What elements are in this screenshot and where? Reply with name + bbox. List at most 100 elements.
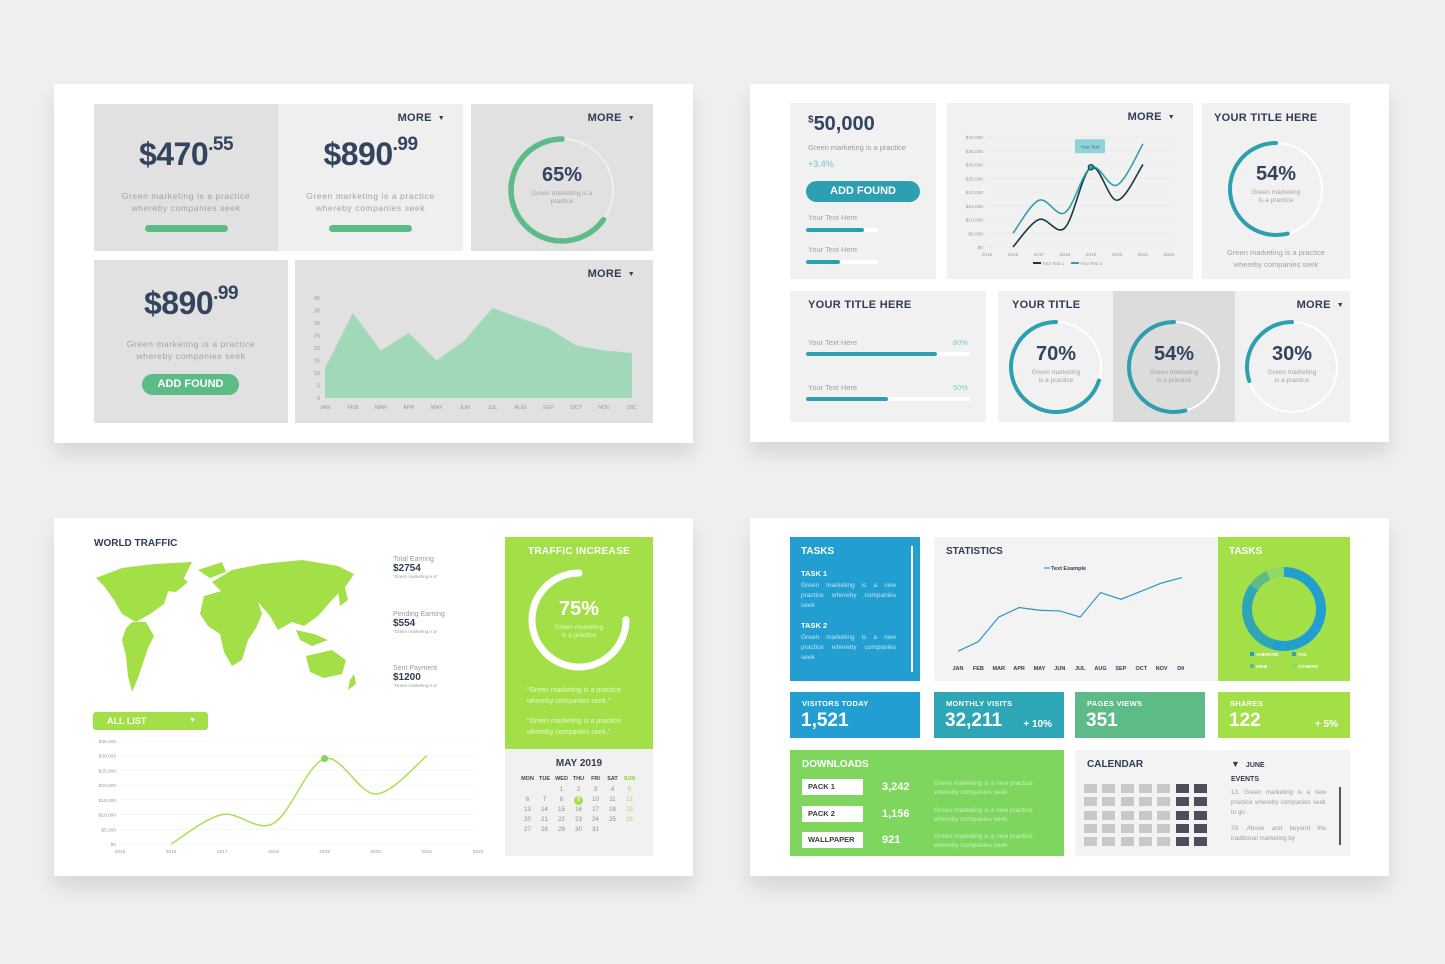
ring-label: 75% Green marketing is a practice: [554, 598, 604, 639]
calendar-day[interactable]: 19: [621, 805, 638, 815]
ring-label: 30% Green marketing is a practice: [1267, 343, 1317, 384]
y-tick-label: $25,000: [966, 176, 984, 182]
calendar-day[interactable]: 29: [553, 825, 570, 835]
x-tick-label: 2016: [1008, 252, 1019, 258]
tasks-card: TASKS TASK 1 Green marketing is a new pr…: [790, 537, 920, 681]
calendar-day[interactable]: 14: [536, 805, 553, 815]
progress-bar: [806, 228, 878, 232]
legend-label: IOS: [1298, 652, 1307, 658]
calendar-day[interactable]: 20: [519, 815, 536, 825]
calendar-cell[interactable]: [1102, 784, 1116, 793]
calendar-day[interactable]: 26: [621, 815, 638, 825]
calendar-cell[interactable]: [1084, 797, 1097, 807]
calendar-cell[interactable]: [1193, 797, 1207, 807]
calendar-cell[interactable]: [1138, 837, 1152, 847]
y-tick-label: 0: [317, 396, 320, 402]
calendar-day[interactable]: 12: [621, 795, 638, 805]
donut-slice-android: [1271, 567, 1326, 651]
calendar-cell[interactable]: [1102, 810, 1116, 820]
calendar-cell[interactable]: [1102, 837, 1116, 847]
calendar-cell[interactable]: [1120, 823, 1134, 833]
calendar-day[interactable]: 25: [604, 815, 621, 825]
calendar-day[interactable]: 9: [570, 795, 587, 805]
calendar-day[interactable]: 23: [570, 815, 587, 825]
y-tick-label: $0: [111, 842, 117, 848]
calendar-day[interactable]: 24: [587, 815, 604, 825]
calendar-day[interactable]: 30: [570, 825, 587, 835]
scrollbar[interactable]: [911, 546, 913, 672]
weekday-label: SUN: [623, 776, 636, 782]
calendar-cell[interactable]: [1084, 784, 1097, 793]
more-dropdown[interactable]: MORE ▼: [398, 112, 445, 124]
calendar-cell[interactable]: [1084, 837, 1097, 847]
donut-slice-ios: [1242, 584, 1275, 649]
calendar-cell[interactable]: [1193, 784, 1207, 793]
calendar-day[interactable]: 13: [519, 805, 536, 815]
calendar-day[interactable]: 28: [536, 825, 553, 835]
calendar-cell[interactable]: [1157, 837, 1171, 847]
calendar-cell[interactable]: [1102, 823, 1116, 833]
calendar-cell[interactable]: [1120, 797, 1134, 807]
calendar-day[interactable]: 10: [587, 795, 604, 805]
add-found-button[interactable]: ADD FOUND: [142, 374, 239, 395]
add-found-button[interactable]: ADD FOUND: [806, 181, 920, 202]
calendar-day[interactable]: 11: [604, 795, 621, 805]
tooltip-text: Your Text: [1081, 144, 1100, 149]
calendar-cell[interactable]: [1175, 797, 1189, 807]
calendar-day[interactable]: 8: [553, 795, 570, 805]
calendar-cell[interactable]: [1157, 784, 1171, 793]
calendar-cell[interactable]: [1157, 823, 1171, 833]
y-tick-label: $5,000: [101, 827, 116, 833]
calendar-day[interactable]: 2: [570, 785, 587, 795]
calendar-day[interactable]: 1: [553, 785, 570, 795]
calendar-cell[interactable]: [1138, 810, 1152, 820]
calendar-day[interactable]: 3: [587, 785, 604, 795]
x-tick-label: 2017: [217, 849, 228, 855]
calendar-cell[interactable]: [1138, 797, 1152, 807]
calendar-cell[interactable]: [1138, 784, 1152, 793]
line-chart: $0 $5,000 $10,000 $15,000 $20,000 $25,000 $30,…: [99, 739, 484, 855]
month-selector[interactable]: ▼ JUNE: [1231, 759, 1265, 769]
calendar-day[interactable]: 7: [536, 795, 553, 805]
calendar-day[interactable]: 6: [519, 795, 536, 805]
calendar-day[interactable]: 27: [519, 825, 536, 835]
calendar-cell[interactable]: [1193, 810, 1207, 820]
calendar-cell[interactable]: [1120, 810, 1134, 820]
calendar-cell[interactable]: [1157, 810, 1171, 820]
calendar-cell[interactable]: [1157, 797, 1171, 807]
calendar-day[interactable]: 18: [604, 805, 621, 815]
calendar-cell[interactable]: [1084, 823, 1097, 833]
calendar-day[interactable]: 31: [587, 825, 604, 835]
calendar-cell[interactable]: [1175, 810, 1189, 820]
calendar-day[interactable]: 21: [536, 815, 553, 825]
area-series: [325, 308, 632, 398]
calendar-day[interactable]: 5: [621, 785, 638, 795]
all-list-dropdown[interactable]: ALL LIST ▼: [93, 712, 208, 730]
series-line-2: [1012, 143, 1144, 234]
calendar-cell[interactable]: [1120, 784, 1134, 793]
calendar-day[interactable]: 15: [553, 805, 570, 815]
slide-price-dashboard: $470.55 Green marketing is a practice whe…: [54, 84, 693, 443]
calendar-cell[interactable]: [1138, 823, 1152, 833]
calendar-cell[interactable]: [1193, 823, 1207, 833]
calendar-cell[interactable]: [1120, 837, 1134, 847]
x-tick-label: OCT: [1135, 666, 1147, 672]
calendar-cell[interactable]: [1175, 784, 1189, 793]
x-tick-label: AUG: [514, 405, 526, 411]
progress-bar: [329, 225, 412, 232]
calendar-day[interactable]: 22: [553, 815, 570, 825]
calendar-day[interactable]: 4: [604, 785, 621, 795]
calendar-day[interactable]: 16: [570, 805, 587, 815]
card-desc: Green marketing is a practice whereby com…: [1227, 248, 1325, 269]
calendar-cell[interactable]: [1102, 797, 1116, 807]
amount-change: +3.4%: [808, 159, 834, 169]
calendar-cell[interactable]: [1175, 837, 1189, 847]
calendar-cell[interactable]: [1175, 823, 1189, 833]
scrollbar[interactable]: [1339, 787, 1341, 845]
triangle-down-icon: ▼: [1231, 759, 1240, 769]
calendar-cell[interactable]: [1193, 837, 1207, 847]
x-tick-label: JUN: [1054, 666, 1065, 672]
calendar-cell[interactable]: [1084, 810, 1097, 820]
world-map: [96, 560, 356, 692]
calendar-day[interactable]: 17: [587, 805, 604, 815]
